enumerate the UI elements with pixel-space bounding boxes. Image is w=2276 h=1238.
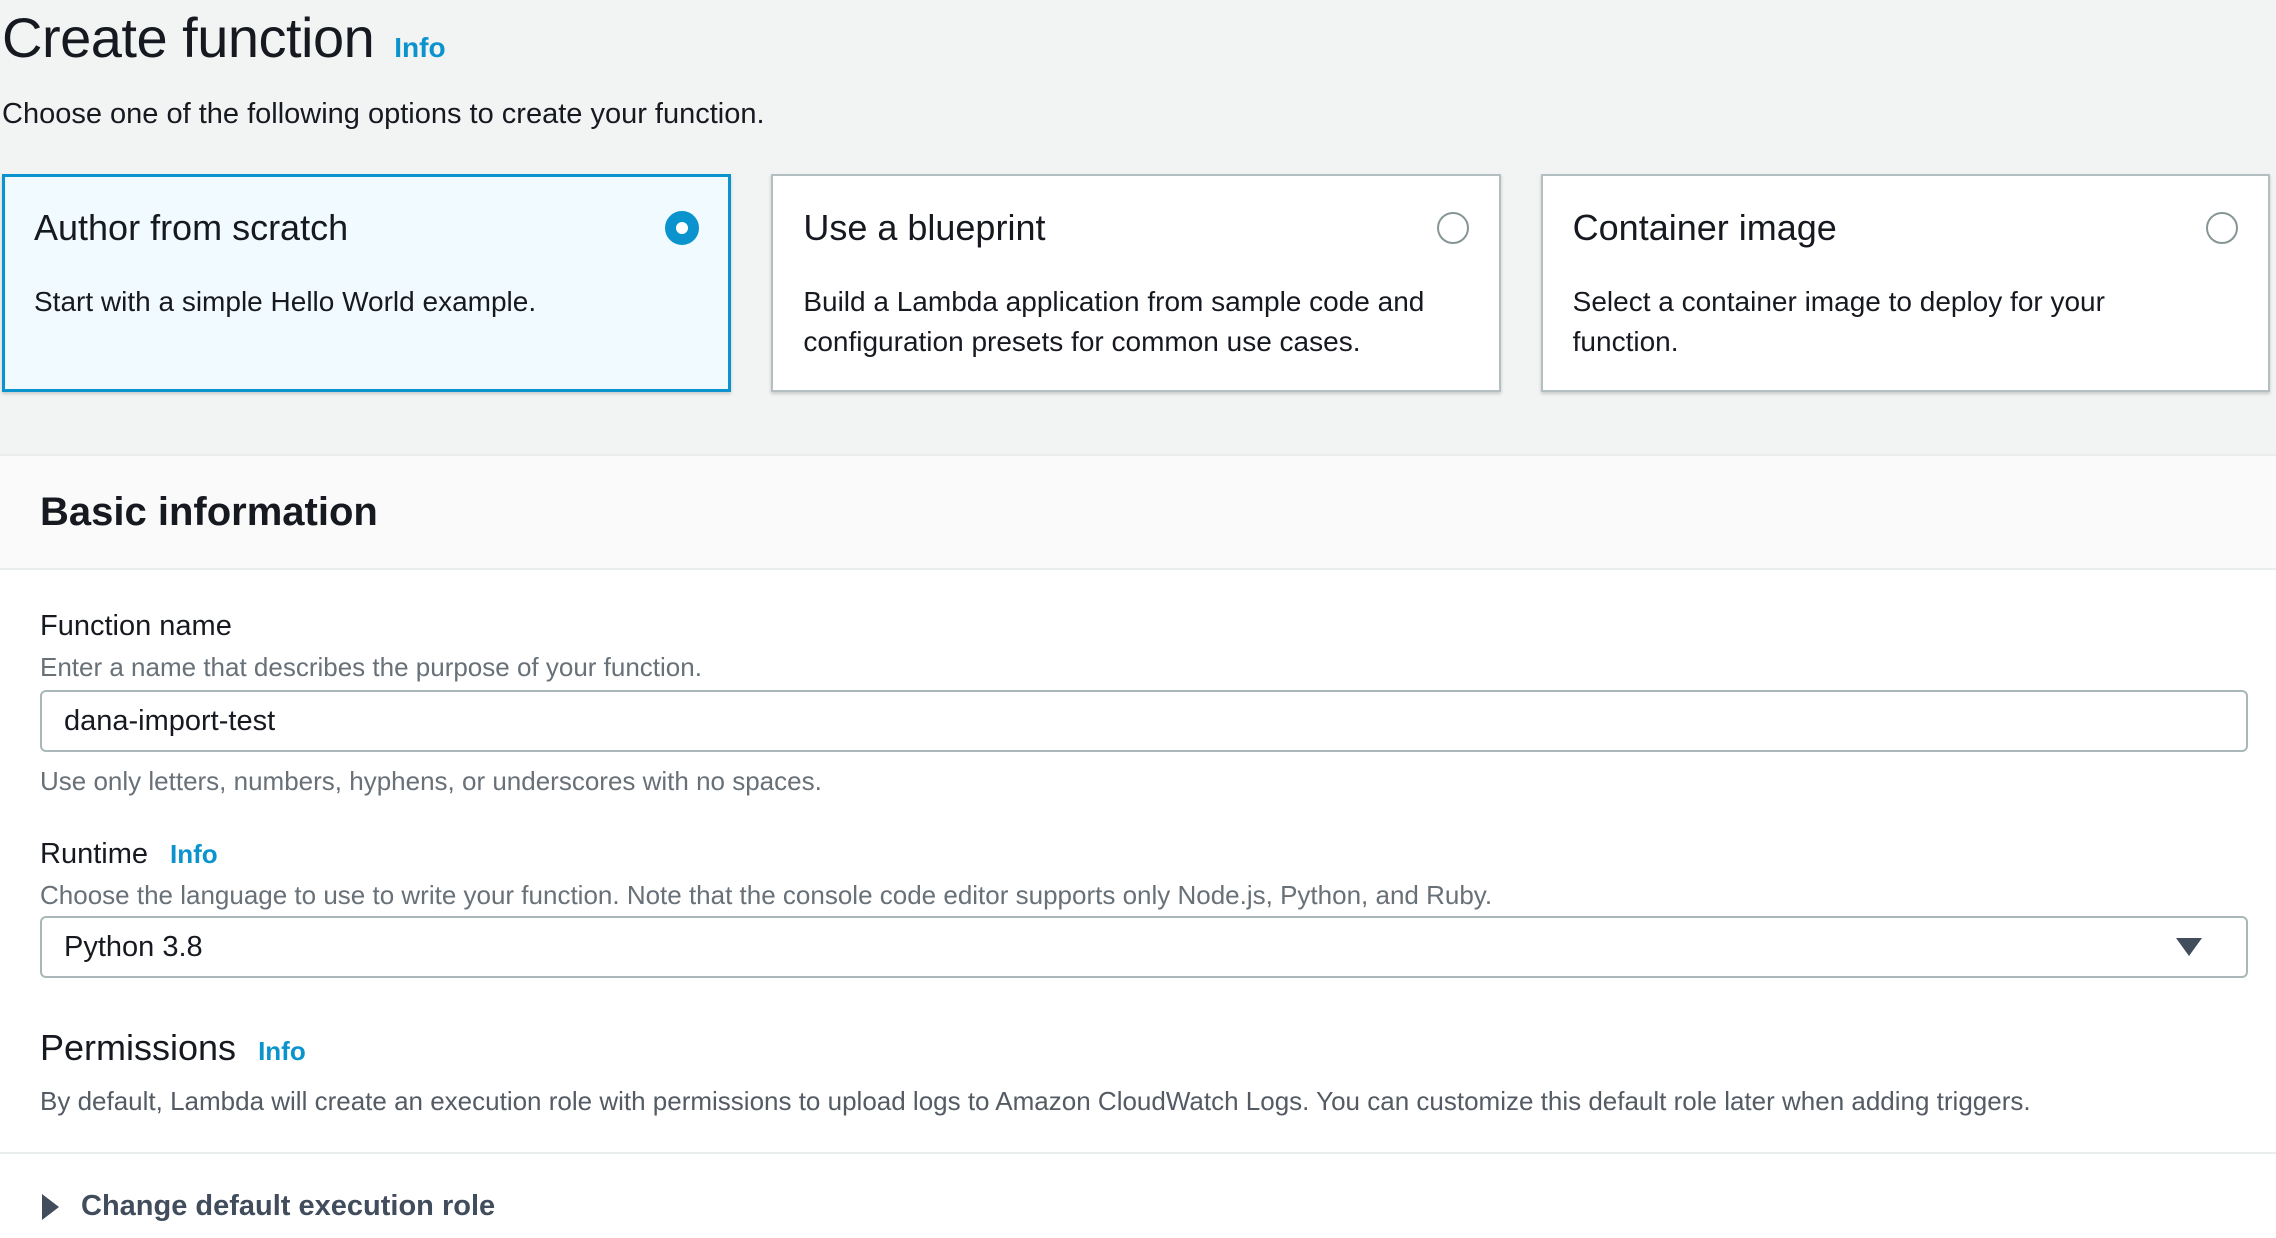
- runtime-selected-value: Python 3.8: [64, 931, 203, 964]
- permissions-title: Permissions: [40, 1026, 236, 1070]
- permissions-info-link[interactable]: Info: [258, 1036, 306, 1067]
- runtime-description: Choose the language to use to write your…: [40, 878, 2248, 912]
- card-description: Build a Lambda application from sample c…: [803, 282, 1443, 362]
- function-name-description: Enter a name that describes the purpose …: [40, 650, 2248, 684]
- card-title: Use a blueprint: [803, 206, 1045, 250]
- page-title: Create function: [2, 6, 374, 70]
- runtime-label: Runtime: [40, 836, 148, 872]
- page-subtitle: Choose one of the following options to c…: [2, 96, 2270, 132]
- option-card-author-from-scratch[interactable]: Author from scratch Start with a simple …: [2, 174, 731, 392]
- function-name-label: Function name: [40, 608, 2248, 644]
- page-header: Create function Info Choose one of the f…: [0, 0, 2276, 132]
- chevron-right-icon: [42, 1194, 59, 1220]
- radio-use-a-blueprint[interactable]: [1437, 212, 1469, 244]
- creation-option-cards: Author from scratch Start with a simple …: [0, 174, 2276, 392]
- change-default-execution-role-toggle[interactable]: Change default execution role: [0, 1154, 2276, 1223]
- card-description: Select a container image to deploy for y…: [1573, 282, 2213, 362]
- function-name-input[interactable]: [40, 690, 2248, 752]
- option-card-use-a-blueprint[interactable]: Use a blueprint Build a Lambda applicati…: [771, 174, 1500, 392]
- runtime-select[interactable]: Python 3.8: [40, 916, 2248, 978]
- card-title: Container image: [1573, 206, 1837, 250]
- card-title: Author from scratch: [34, 206, 348, 250]
- radio-container-image[interactable]: [2206, 212, 2238, 244]
- permissions-description: By default, Lambda will create an execut…: [40, 1084, 2248, 1118]
- title-info-link[interactable]: Info: [394, 32, 445, 64]
- runtime-info-link[interactable]: Info: [170, 839, 218, 870]
- card-description: Start with a simple Hello World example.: [34, 282, 674, 322]
- basic-information-header: Basic information: [0, 454, 2276, 570]
- basic-information-title: Basic information: [40, 490, 378, 535]
- change-default-execution-role-label: Change default execution role: [81, 1190, 495, 1223]
- basic-information-section: Basic information Function name Enter a …: [0, 454, 2276, 1238]
- function-name-hint: Use only letters, numbers, hyphens, or u…: [40, 764, 2248, 798]
- option-card-container-image[interactable]: Container image Select a container image…: [1541, 174, 2270, 392]
- chevron-down-icon: [2176, 938, 2202, 956]
- radio-author-from-scratch[interactable]: [665, 211, 699, 245]
